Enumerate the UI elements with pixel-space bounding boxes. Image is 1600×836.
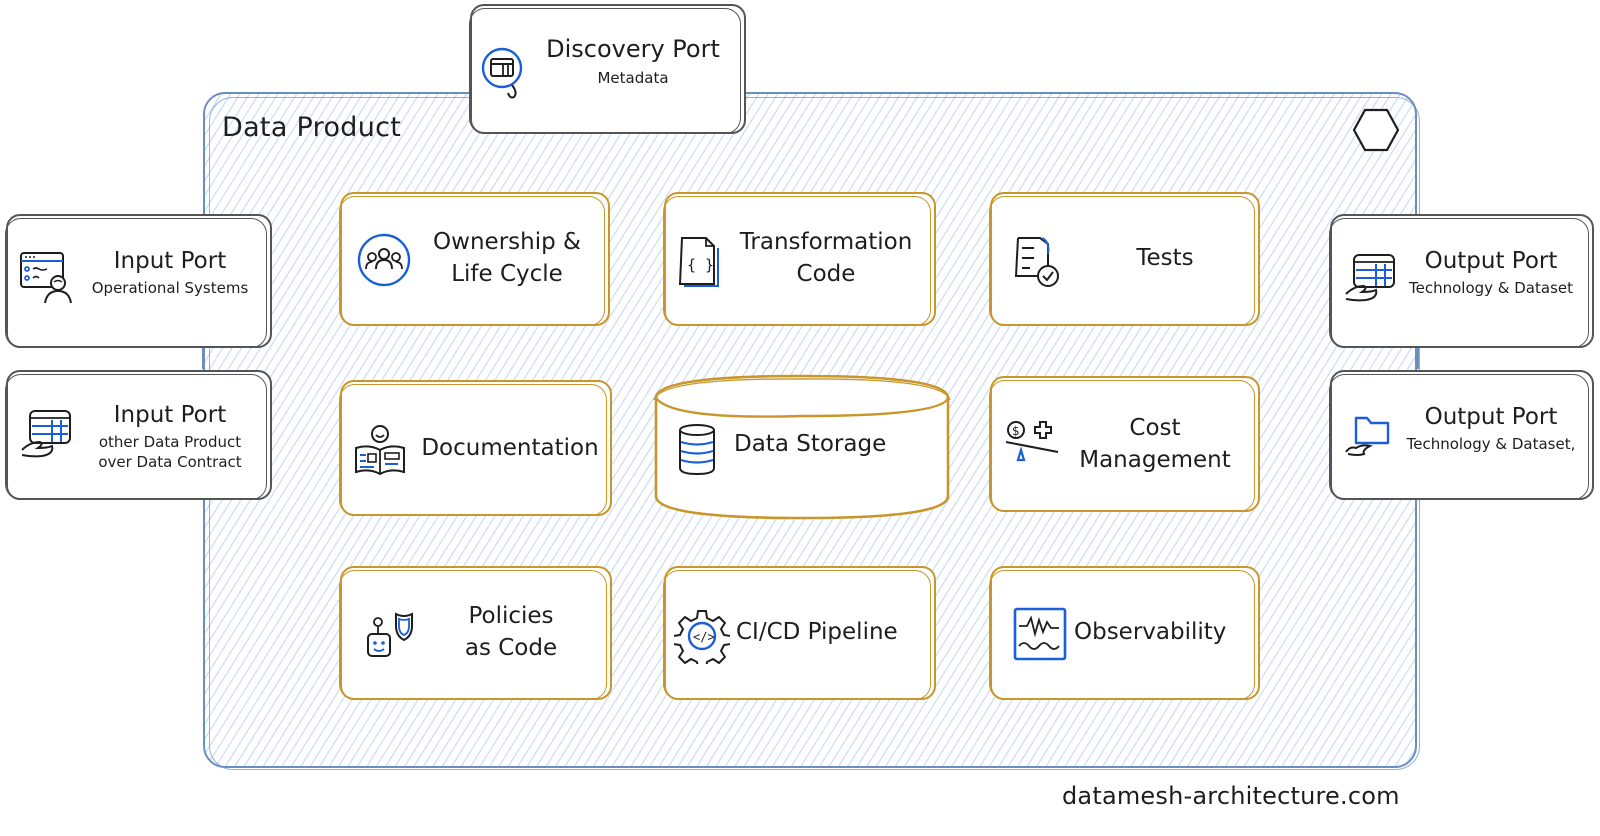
input-port-title: Input Port [113,402,227,428]
discovery-port-title: Discovery Port [546,35,720,63]
component-cicd[interactable]: </> CI/CD Pipeline [663,566,936,700]
hexagon-icon [1352,108,1400,152]
svg-text:</>: </> [693,630,715,644]
robot-shield-icon [367,612,413,657]
component-data-storage[interactable]: Data Storage [652,370,952,522]
component-label: Tests [1136,245,1194,271]
cost-scale-icon: $ [1005,421,1059,462]
hand-table-icon [21,410,71,458]
discovery-port-subtitle: Metadata [597,69,669,87]
component-label: Observability [1074,619,1227,645]
hand-table-icon [1345,254,1395,302]
component-tests[interactable]: Tests [989,192,1260,326]
discovery-port[interactable]: Discovery Port Metadata [469,4,746,134]
component-ownership[interactable]: Ownership & Life Cycle [339,192,610,326]
component-documentation[interactable]: Documentation [339,380,612,516]
component-transformation-code[interactable]: { } Transformation Code [663,192,936,326]
input-port-operational[interactable]: Input Port Operational Systems [5,214,272,348]
magnifier-window-icon [481,47,523,99]
signal-monitor-icon [1013,607,1067,661]
component-policies[interactable]: Policies as Code [339,566,612,700]
database-icon [679,424,715,476]
component-label: Data Storage [734,431,887,457]
output-port-subtitle: Technology & Dataset [1409,279,1573,297]
component-label: CI/CD Pipeline [736,619,898,645]
operator-dashboard-icon [20,252,72,304]
output-port-1[interactable]: Output Port Technology & Dataset [1329,214,1594,348]
component-label: Documentation [421,435,599,461]
component-label: Transformation Code [739,229,913,287]
output-port-title: Output Port [1424,404,1558,430]
output-port-title: Output Port [1424,248,1558,274]
input-port-data-contract[interactable]: Input Port other Data Product over Data … [5,370,272,500]
component-label: Ownership & Life Cycle [433,229,581,287]
output-port-subtitle: Technology & Dataset, [1406,435,1576,453]
data-product-title: Data Product [222,112,402,143]
gear-code-icon: </> [674,610,730,664]
svg-text:$: $ [1012,424,1020,438]
input-port-subtitle: other Data Product over Data Contract [98,433,242,471]
team-icon [357,233,411,287]
component-cost-management[interactable]: $ Cost Management [989,376,1260,512]
input-port-title: Input Port [113,248,227,274]
output-port-2[interactable]: Output Port Technology & Dataset, [1329,370,1594,500]
component-label: Policies as Code [464,603,558,661]
code-file-icon: { } [678,237,719,287]
reading-person-icon [355,425,405,476]
component-observability[interactable]: Observability [989,566,1260,700]
hand-folder-icon [1345,416,1390,456]
connector-line [1416,345,1419,369]
component-label: Cost Management [1079,415,1231,473]
svg-text:{ }: { } [687,256,714,274]
test-checklist-icon [1014,237,1059,287]
input-port-subtitle: Operational Systems [91,279,249,297]
connector-line [202,345,205,369]
footer-website[interactable]: datamesh-architecture.com [1062,782,1400,810]
